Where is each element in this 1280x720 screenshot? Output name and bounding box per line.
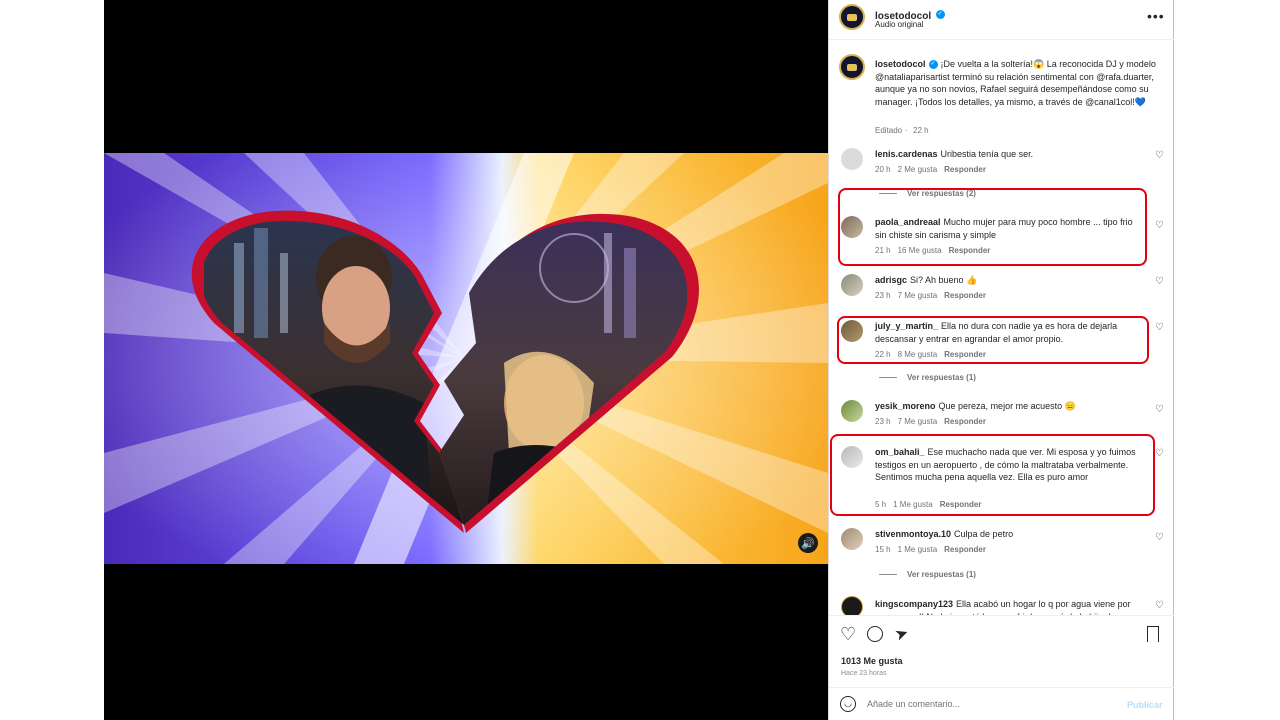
comment-item: yesik_moreno Que pereza, mejor me acuesto…	[829, 396, 1174, 432]
comment-likes[interactable]: 7 Me gusta	[898, 291, 938, 300]
likes-count[interactable]: 1013 Me gusta	[841, 656, 903, 666]
comment-text: Que pereza, mejor me acuesto 😑	[938, 401, 1076, 411]
bookmark-icon[interactable]	[1147, 626, 1159, 642]
add-comment-bar: ◡ Publicar	[829, 687, 1174, 720]
speaker-icon[interactable]: 🔊	[798, 533, 818, 553]
highlight-box	[837, 316, 1149, 364]
comment-item: adrisgc Si? Ah bueno 👍 23 h 7 Me gusta Resp…	[829, 270, 1174, 306]
comment-likes[interactable]: 1 Me gusta	[898, 545, 938, 554]
heart-icon[interactable]: ♡	[1155, 322, 1164, 333]
post-actions: ♡ ➤ 1013 Me gusta Hace 23 horas	[829, 615, 1174, 687]
commenter-avatar[interactable]	[841, 148, 863, 170]
reply-button[interactable]: Responder	[944, 545, 986, 554]
heart-icon[interactable]: ♡	[840, 624, 856, 645]
author-avatar[interactable]	[839, 54, 865, 80]
commenter-avatar[interactable]	[841, 400, 863, 422]
commenter-avatar[interactable]	[841, 528, 863, 550]
highlight-box	[830, 434, 1155, 516]
comment-item: kingscompany123 Ella acabó un hogar lo q …	[829, 594, 1174, 615]
comment-time: 23 h	[875, 291, 891, 300]
heart-icon[interactable]: ♡	[1155, 600, 1164, 611]
comment-username[interactable]: kingscompany123	[875, 599, 953, 609]
comment-likes[interactable]: 7 Me gusta	[898, 417, 938, 426]
reply-button[interactable]: Responder	[944, 291, 986, 300]
divider	[879, 574, 897, 576]
comment-icon[interactable]	[867, 626, 883, 642]
instagram-post-window: 🔊 losetodocol ✓ Audio original ••• loset…	[0, 0, 1280, 720]
heart-icon[interactable]: ♡	[1155, 150, 1164, 161]
commenter-avatar[interactable]	[841, 596, 863, 615]
comment-time: 20 h	[875, 165, 891, 174]
view-replies-button[interactable]: Ver respuestas (1)	[879, 570, 976, 579]
highlight-box	[838, 188, 1147, 266]
heart-icon[interactable]: ♡	[1155, 532, 1164, 543]
edited-label: Editado	[875, 126, 903, 135]
comment-item: lenis.cardenas Uribestia tenía que ser. 2…	[829, 144, 1174, 184]
caption: losetodocol ✓ ¡De vuelta a la soltería!😱 L…	[829, 50, 1174, 135]
post-side-panel: losetodocol ✓ Audio original ••• losetod…	[828, 0, 1174, 720]
caption-username[interactable]: losetodocol	[875, 59, 926, 69]
commenter-avatar[interactable]	[841, 274, 863, 296]
view-replies-button[interactable]: Ver respuestas (1)	[879, 373, 976, 382]
comment-username[interactable]: stivenmontoya.10	[875, 529, 951, 539]
heart-icon[interactable]: ♡	[1155, 448, 1164, 459]
comment-username[interactable]: lenis.cardenas	[875, 149, 938, 159]
comment-input[interactable]	[867, 694, 1107, 714]
video-frame[interactable]: 🔊	[104, 153, 828, 564]
post-header: losetodocol ✓ Audio original •••	[829, 0, 1174, 40]
comment-text: Si? Ah bueno 👍	[910, 275, 978, 285]
comment-time: 23 h	[875, 417, 891, 426]
edited-time: 22 h	[913, 126, 929, 135]
comment-username[interactable]: adrisgc	[875, 275, 907, 285]
comment-username[interactable]: yesik_moreno	[875, 401, 936, 411]
caption-meta: Editado · 22 h	[875, 126, 929, 135]
verified-badge-icon: ✓	[928, 60, 938, 70]
heart-icon[interactable]: ♡	[1155, 220, 1164, 231]
verified-badge-icon: ✓	[935, 10, 945, 20]
comment-text: Culpa de petro	[954, 529, 1014, 539]
post-time: Hace 23 horas	[841, 670, 887, 677]
post-media: 🔊	[104, 0, 828, 720]
author-avatar[interactable]	[839, 4, 865, 30]
publish-button[interactable]: Publicar	[1127, 700, 1163, 710]
comment-item: stivenmontoya.10 Culpa de petro 15 h 1 Me …	[829, 524, 1174, 560]
comment-likes[interactable]: 2 Me gusta	[898, 165, 938, 174]
heart-icon[interactable]: ♡	[1155, 404, 1164, 415]
emoji-icon[interactable]: ◡	[840, 696, 856, 712]
heart-icon[interactable]: ♡	[1155, 276, 1164, 287]
more-options-icon[interactable]: •••	[1147, 8, 1165, 24]
audio-label[interactable]: Audio original	[875, 20, 923, 29]
divider	[879, 377, 897, 379]
video-image	[104, 153, 828, 564]
comment-text: Uribestia tenía que ser.	[940, 149, 1034, 159]
comment-time: 15 h	[875, 545, 891, 554]
reply-button[interactable]: Responder	[944, 165, 986, 174]
reply-button[interactable]: Responder	[944, 417, 986, 426]
share-icon[interactable]: ➤	[892, 622, 911, 645]
